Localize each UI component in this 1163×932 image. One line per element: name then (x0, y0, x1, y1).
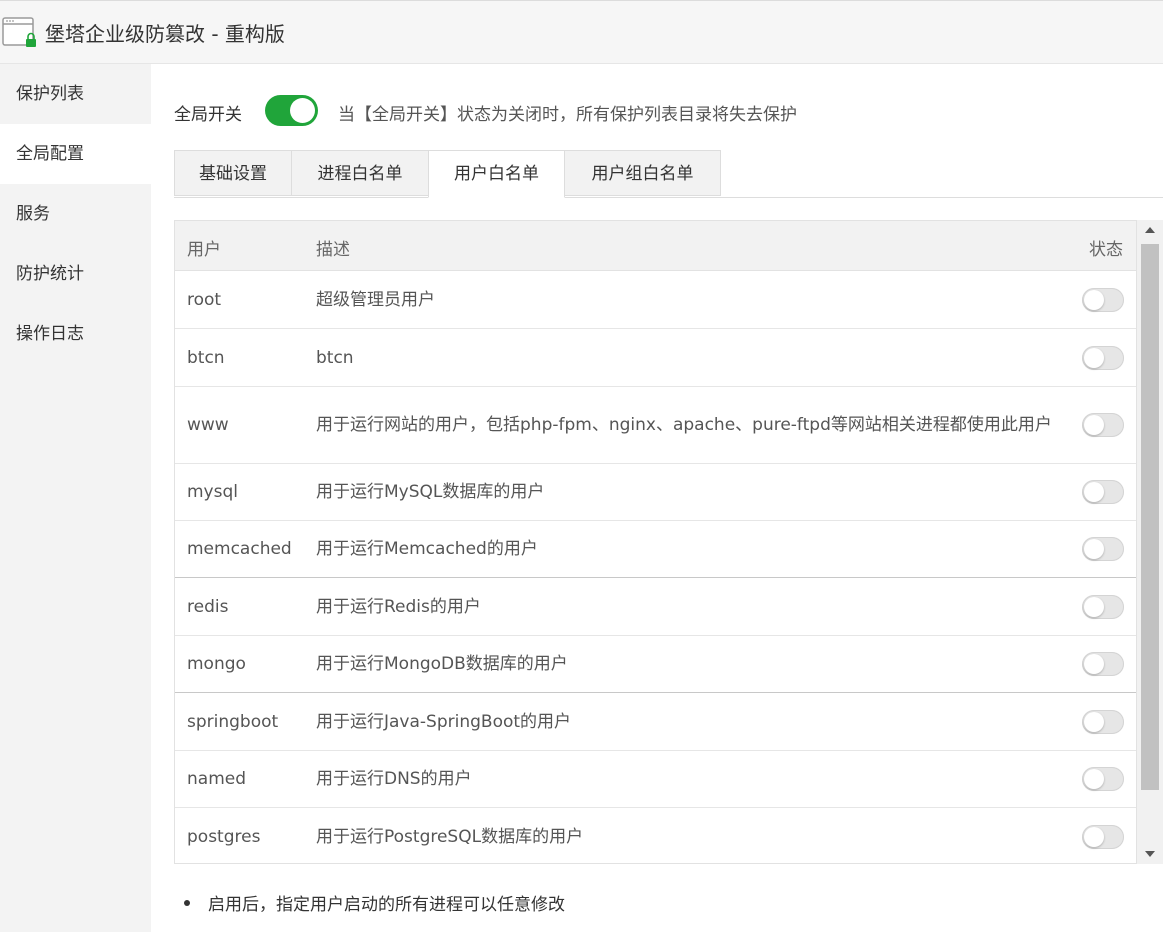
user-description: 用于运行Java-SpringBoot的用户 (316, 711, 572, 732)
global-switch-label: 全局开关 (174, 105, 242, 125)
table-header: 用户 描述 状态 (175, 221, 1136, 271)
user-status-toggle[interactable] (1082, 594, 1124, 619)
user-description: 用于运行网站的用户，包括php-fpm、nginx、apache、pure-ft… (316, 415, 1052, 435)
scroll-down-arrow-icon[interactable] (1137, 844, 1163, 864)
toggle-knob (1084, 347, 1104, 368)
table-row: mongo 用于运行MongoDB数据库的用户 (175, 636, 1136, 693)
global-switch-hint: 当【全局开关】状态为关闭时，所有保护列表目录将失去保护 (338, 105, 797, 125)
global-switch-toggle[interactable] (265, 95, 318, 126)
user-description: 用于运行MySQL数据库的用户 (316, 482, 545, 502)
toggle-knob (1084, 539, 1104, 559)
toggle-knob (1084, 596, 1104, 617)
sidebar-item-protect-list[interactable]: 保护列表 (0, 64, 151, 124)
user-description: 用于运行Redis的用户 (316, 596, 481, 617)
help-notes: 启用后，指定用户启动的所有进程可以任意修改 (181, 890, 565, 915)
toggle-knob (1084, 826, 1104, 847)
help-note-text: 启用后，指定用户启动的所有进程可以任意修改 (208, 895, 565, 915)
user-status-toggle[interactable] (1082, 709, 1124, 734)
window-title: 堡塔企业级防篡改 - 重构版 (45, 22, 285, 46)
toggle-knob (1084, 654, 1104, 674)
user-status-toggle[interactable] (1082, 537, 1124, 561)
column-header-desc: 描述 (316, 240, 350, 260)
user-description: 用于运行MongoDB数据库的用户 (316, 654, 568, 674)
window-lock-icon (2, 17, 36, 47)
table-row: named 用于运行DNS的用户 (175, 751, 1136, 808)
toggle-knob (1084, 415, 1104, 435)
table-row: root 超级管理员用户 (175, 271, 1136, 329)
sidebar: 保护列表 全局配置 服务 防护统计 操作日志 (0, 64, 151, 932)
user-name: mysql (187, 482, 238, 502)
title-bar: 堡塔企业级防篡改 - 重构版 (0, 0, 1163, 64)
user-status-toggle[interactable] (1082, 345, 1124, 370)
table-row: btcn btcn (175, 329, 1136, 387)
help-note-item: 启用后，指定用户启动的所有进程可以任意修改 (181, 890, 565, 915)
main-content: 全局开关 当【全局开关】状态为关闭时，所有保护列表目录将失去保护 基础设置 进程… (151, 64, 1163, 932)
table-row: redis 用于运行Redis的用户 (175, 578, 1136, 636)
user-name: root (187, 289, 222, 310)
toggle-knob (290, 98, 315, 123)
table-row: www 用于运行网站的用户，包括php-fpm、nginx、apache、pur… (175, 387, 1136, 464)
user-description: 用于运行DNS的用户 (316, 769, 472, 789)
table-row: postgres 用于运行PostgreSQL数据库的用户 (175, 808, 1136, 863)
user-status-toggle[interactable] (1082, 824, 1124, 849)
table-scrollbar[interactable] (1137, 220, 1163, 864)
user-status-toggle[interactable] (1082, 652, 1124, 676)
user-whitelist-table: 用户 描述 状态 root 超级管理员用户 btcn btcn www 用于运行… (174, 220, 1137, 864)
sidebar-item-service[interactable]: 服务 (0, 184, 151, 244)
user-name: postgres (187, 826, 261, 847)
sidebar-item-global-config[interactable]: 全局配置 (0, 124, 151, 184)
table-row: springboot 用于运行Java-SpringBoot的用户 (175, 693, 1136, 751)
column-header-user: 用户 (187, 240, 221, 260)
user-status-toggle[interactable] (1082, 767, 1124, 791)
user-name: mongo (187, 654, 246, 674)
title-bar-top-border (0, 0, 1163, 1)
user-description: 用于运行PostgreSQL数据库的用户 (316, 826, 584, 847)
bullet-icon (184, 900, 190, 906)
user-name: btcn (187, 347, 225, 368)
user-name: www (187, 415, 229, 435)
user-name: memcached (187, 539, 292, 559)
tab-process-whitelist[interactable]: 进程白名单 (291, 150, 429, 196)
scrollbar-thumb[interactable] (1141, 244, 1159, 790)
table-row: mysql 用于运行MySQL数据库的用户 (175, 464, 1136, 521)
tab-usergroup-whitelist[interactable]: 用户组白名单 (564, 150, 721, 196)
toggle-knob (1084, 769, 1104, 789)
column-header-status: 状态 (1089, 240, 1123, 260)
table-row: memcached 用于运行Memcached的用户 (175, 521, 1136, 578)
tab-user-whitelist[interactable]: 用户白名单 (428, 150, 565, 198)
toggle-knob (1084, 289, 1104, 310)
user-status-toggle[interactable] (1082, 287, 1124, 312)
user-status-toggle[interactable] (1082, 480, 1124, 504)
user-name: redis (187, 596, 229, 617)
user-description: 超级管理员用户 (316, 289, 435, 310)
scroll-up-arrow-icon[interactable] (1137, 220, 1163, 240)
toggle-knob (1084, 711, 1104, 732)
toggle-knob (1084, 482, 1104, 502)
config-tabs: 基础设置 进程白名单 用户白名单 用户组白名单 (174, 150, 1163, 198)
user-description: 用于运行Memcached的用户 (316, 539, 538, 559)
user-description: btcn (316, 347, 354, 368)
tab-basic-settings[interactable]: 基础设置 (174, 150, 292, 196)
user-name: named (187, 769, 247, 789)
sidebar-item-protect-stats[interactable]: 防护统计 (0, 244, 151, 304)
user-status-toggle[interactable] (1082, 413, 1124, 437)
user-name: springboot (187, 711, 279, 732)
sidebar-item-operation-log[interactable]: 操作日志 (0, 304, 151, 364)
